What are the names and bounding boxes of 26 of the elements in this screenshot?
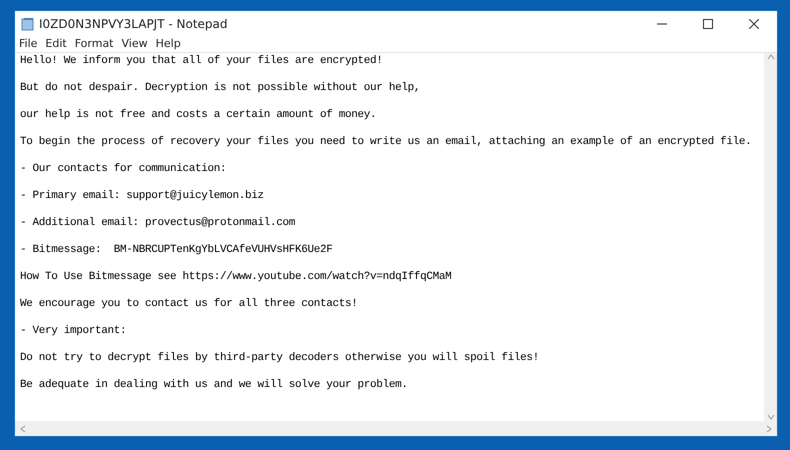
text-line: Do not try to decrypt files by third-party decoders otherwise you will spoil files!: [20, 352, 540, 366]
scroll-left-icon[interactable]: [19, 424, 27, 432]
text-line: - Our contacts for communication:: [20, 163, 228, 176]
text-line: How To Use Bitmessage see https://www.youtube.com/watch?v=ndqIffqCMaM: [20, 271, 452, 284]
text-line: - Additional email: provectus@protonmail.com: [20, 217, 296, 230]
text-line: - Very important:: [20, 325, 128, 338]
text-line: - Bitmessage: BM-NBRCUPTenKgYbLVCAfeVUHVsHFK6Ue2F: [20, 244, 334, 258]
text-line: Hello! We inform you that all of your files are encrypted!: [20, 55, 384, 68]
menu-item[interactable]: View: [122, 36, 148, 53]
notepad-icon: [21, 17, 35, 31]
close-icon: [749, 19, 759, 29]
scroll-down-icon[interactable]: [766, 413, 774, 421]
text-line: Be adequate in dealing with us and we will solve your problem.: [20, 379, 409, 392]
menu-item[interactable]: File: [19, 36, 38, 53]
maximize-icon: [703, 19, 713, 29]
menu-item[interactable]: Format: [74, 36, 114, 53]
text-line: our help is not free and costs a certain amount of money.: [20, 109, 378, 122]
menu-item[interactable]: Edit: [45, 36, 67, 53]
scroll-right-icon[interactable]: [765, 424, 773, 432]
text-line: To begin the process of recovery your files you need to write us an email, attaching an example of an encrypted file.: [20, 136, 752, 150]
text-line: We encourage you to contact us for all three contacts!: [20, 298, 359, 312]
text-line: - Primary email: support@juicylemon.biz: [20, 190, 265, 204]
text-line: But do not despair. Decryption is not possible without our help,: [20, 82, 422, 96]
scroll-up-icon[interactable]: [766, 53, 774, 61]
menu-item[interactable]: Help: [156, 36, 181, 53]
window-title: I0ZD0N3NPVY3LAPJT - Notepad: [39, 16, 228, 33]
